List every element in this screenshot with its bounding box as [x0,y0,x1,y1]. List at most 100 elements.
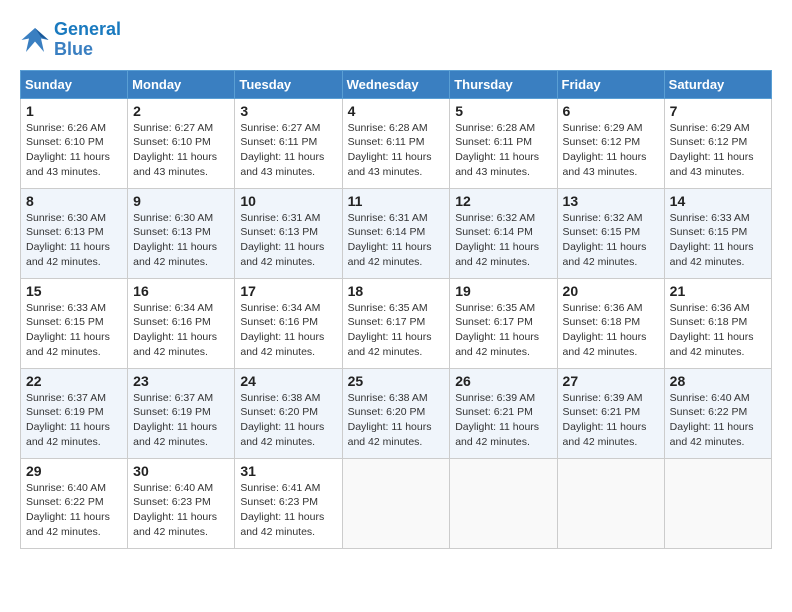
calendar-cell: 15 Sunrise: 6:33 AMSunset: 6:15 PMDayligh… [21,278,128,368]
calendar-header-sunday: Sunday [21,70,128,98]
calendar-cell: 24 Sunrise: 6:38 AMSunset: 6:20 PMDayligh… [235,368,342,458]
calendar-cell: 26 Sunrise: 6:39 AMSunset: 6:21 PMDayligh… [450,368,557,458]
calendar-header-saturday: Saturday [664,70,771,98]
logo-text: General Blue [54,20,121,60]
page-header: General Blue [20,20,772,60]
day-info: Sunrise: 6:32 AMSunset: 6:15 PMDaylight:… [563,211,659,270]
day-number: 9 [133,193,229,209]
calendar-cell: 7Sunrise: 6:29 AMSunset: 6:12 PMDaylight… [664,98,771,188]
day-info: Sunrise: 6:40 AMSunset: 6:23 PMDaylight:… [133,481,229,540]
day-number: 26 [455,373,551,389]
calendar-header-friday: Friday [557,70,664,98]
calendar-cell: 4 Sunrise: 6:28 AMSunset: 6:11 PMDaylight… [342,98,450,188]
calendar-cell: 11 Sunrise: 6:31 AMSunset: 6:14 PMDayligh… [342,188,450,278]
day-number: 11 [348,193,445,209]
calendar-cell: 10Sunrise: 6:31 AMSunset: 6:13 PMDayligh… [235,188,342,278]
calendar-cell: 30 Sunrise: 6:40 AMSunset: 6:23 PMDayligh… [128,458,235,548]
calendar-cell: 28Sunrise: 6:40 AMSunset: 6:22 PMDayligh… [664,368,771,458]
day-info: Sunrise: 6:39 AMSunset: 6:21 PMDaylight:… [455,391,551,450]
calendar-cell: 3Sunrise: 6:27 AMSunset: 6:11 PMDaylight… [235,98,342,188]
calendar-cell: 20Sunrise: 6:36 AMSunset: 6:18 PMDayligh… [557,278,664,368]
calendar-header-tuesday: Tuesday [235,70,342,98]
calendar-cell: 19 Sunrise: 6:35 AMSunset: 6:17 PMDayligh… [450,278,557,368]
day-info: Sunrise: 6:41 AMSunset: 6:23 PMDaylight:… [240,481,336,540]
calendar-header-monday: Monday [128,70,235,98]
day-number: 28 [670,373,766,389]
day-number: 24 [240,373,336,389]
day-info: Sunrise: 6:38 AMSunset: 6:20 PMDaylight:… [240,391,336,450]
calendar-week-row: 1 Sunrise: 6:26 AMSunset: 6:10 PMDaylight… [21,98,772,188]
calendar-cell: 2 Sunrise: 6:27 AMSunset: 6:10 PMDaylight… [128,98,235,188]
calendar-week-row: 29 Sunrise: 6:40 AMSunset: 6:22 PMDayligh… [21,458,772,548]
day-number: 19 [455,283,551,299]
day-info: Sunrise: 6:35 AMSunset: 6:17 PMDaylight:… [455,301,551,360]
day-info: Sunrise: 6:33 AMSunset: 6:15 PMDaylight:… [26,301,122,360]
day-number: 15 [26,283,122,299]
day-number: 10 [240,193,336,209]
day-number: 14 [670,193,766,209]
calendar-week-row: 8 Sunrise: 6:30 AMSunset: 6:13 PMDaylight… [21,188,772,278]
calendar-cell: 29 Sunrise: 6:40 AMSunset: 6:22 PMDayligh… [21,458,128,548]
calendar-cell: 31 Sunrise: 6:41 AMSunset: 6:23 PMDayligh… [235,458,342,548]
day-info: Sunrise: 6:27 AMSunset: 6:10 PMDaylight:… [133,121,229,180]
logo: General Blue [20,20,121,60]
day-number: 2 [133,103,229,119]
calendar-cell: 14 Sunrise: 6:33 AMSunset: 6:15 PMDayligh… [664,188,771,278]
calendar-header-wednesday: Wednesday [342,70,450,98]
calendar-body: 1 Sunrise: 6:26 AMSunset: 6:10 PMDaylight… [21,98,772,548]
day-info: Sunrise: 6:35 AMSunset: 6:17 PMDaylight:… [348,301,445,360]
calendar-cell: 17 Sunrise: 6:34 AMSunset: 6:16 PMDayligh… [235,278,342,368]
calendar-cell: 23Sunrise: 6:37 AMSunset: 6:19 PMDayligh… [128,368,235,458]
day-info: Sunrise: 6:26 AMSunset: 6:10 PMDaylight:… [26,121,122,180]
calendar-cell: 6 Sunrise: 6:29 AMSunset: 6:12 PMDaylight… [557,98,664,188]
calendar-cell: 13Sunrise: 6:32 AMSunset: 6:15 PMDayligh… [557,188,664,278]
calendar-cell [557,458,664,548]
day-number: 30 [133,463,229,479]
day-number: 21 [670,283,766,299]
calendar-cell: 27Sunrise: 6:39 AMSunset: 6:21 PMDayligh… [557,368,664,458]
calendar-cell: 21 Sunrise: 6:36 AMSunset: 6:18 PMDayligh… [664,278,771,368]
day-number: 4 [348,103,445,119]
calendar-cell: 1 Sunrise: 6:26 AMSunset: 6:10 PMDaylight… [21,98,128,188]
day-info: Sunrise: 6:31 AMSunset: 6:14 PMDaylight:… [348,211,445,270]
day-info: Sunrise: 6:36 AMSunset: 6:18 PMDaylight:… [563,301,659,360]
calendar-cell: 16Sunrise: 6:34 AMSunset: 6:16 PMDayligh… [128,278,235,368]
calendar-cell: 5 Sunrise: 6:28 AMSunset: 6:11 PMDaylight… [450,98,557,188]
day-number: 25 [348,373,445,389]
day-info: Sunrise: 6:29 AMSunset: 6:12 PMDaylight:… [563,121,659,180]
day-number: 3 [240,103,336,119]
day-number: 31 [240,463,336,479]
day-info: Sunrise: 6:32 AMSunset: 6:14 PMDaylight:… [455,211,551,270]
day-number: 17 [240,283,336,299]
day-number: 8 [26,193,122,209]
day-number: 5 [455,103,551,119]
calendar-header-row: SundayMondayTuesdayWednesdayThursdayFrid… [21,70,772,98]
calendar-cell [342,458,450,548]
day-info: Sunrise: 6:37 AMSunset: 6:19 PMDaylight:… [133,391,229,450]
day-info: Sunrise: 6:36 AMSunset: 6:18 PMDaylight:… [670,301,766,360]
day-info: Sunrise: 6:30 AMSunset: 6:13 PMDaylight:… [133,211,229,270]
day-info: Sunrise: 6:40 AMSunset: 6:22 PMDaylight:… [26,481,122,540]
day-info: Sunrise: 6:30 AMSunset: 6:13 PMDaylight:… [26,211,122,270]
calendar-cell: 9 Sunrise: 6:30 AMSunset: 6:13 PMDaylight… [128,188,235,278]
calendar-cell: 25 Sunrise: 6:38 AMSunset: 6:20 PMDayligh… [342,368,450,458]
day-number: 29 [26,463,122,479]
day-number: 1 [26,103,122,119]
day-info: Sunrise: 6:34 AMSunset: 6:16 PMDaylight:… [240,301,336,360]
calendar-cell [450,458,557,548]
calendar-cell: 8 Sunrise: 6:30 AMSunset: 6:13 PMDaylight… [21,188,128,278]
day-info: Sunrise: 6:33 AMSunset: 6:15 PMDaylight:… [670,211,766,270]
day-info: Sunrise: 6:29 AMSunset: 6:12 PMDaylight:… [670,121,766,180]
day-info: Sunrise: 6:38 AMSunset: 6:20 PMDaylight:… [348,391,445,450]
calendar: SundayMondayTuesdayWednesdayThursdayFrid… [20,70,772,549]
day-number: 6 [563,103,659,119]
calendar-week-row: 22Sunrise: 6:37 AMSunset: 6:19 PMDayligh… [21,368,772,458]
calendar-cell: 22Sunrise: 6:37 AMSunset: 6:19 PMDayligh… [21,368,128,458]
day-number: 12 [455,193,551,209]
day-info: Sunrise: 6:37 AMSunset: 6:19 PMDaylight:… [26,391,122,450]
day-info: Sunrise: 6:28 AMSunset: 6:11 PMDaylight:… [348,121,445,180]
day-info: Sunrise: 6:28 AMSunset: 6:11 PMDaylight:… [455,121,551,180]
day-number: 16 [133,283,229,299]
day-number: 27 [563,373,659,389]
logo-bird-icon [20,26,50,54]
